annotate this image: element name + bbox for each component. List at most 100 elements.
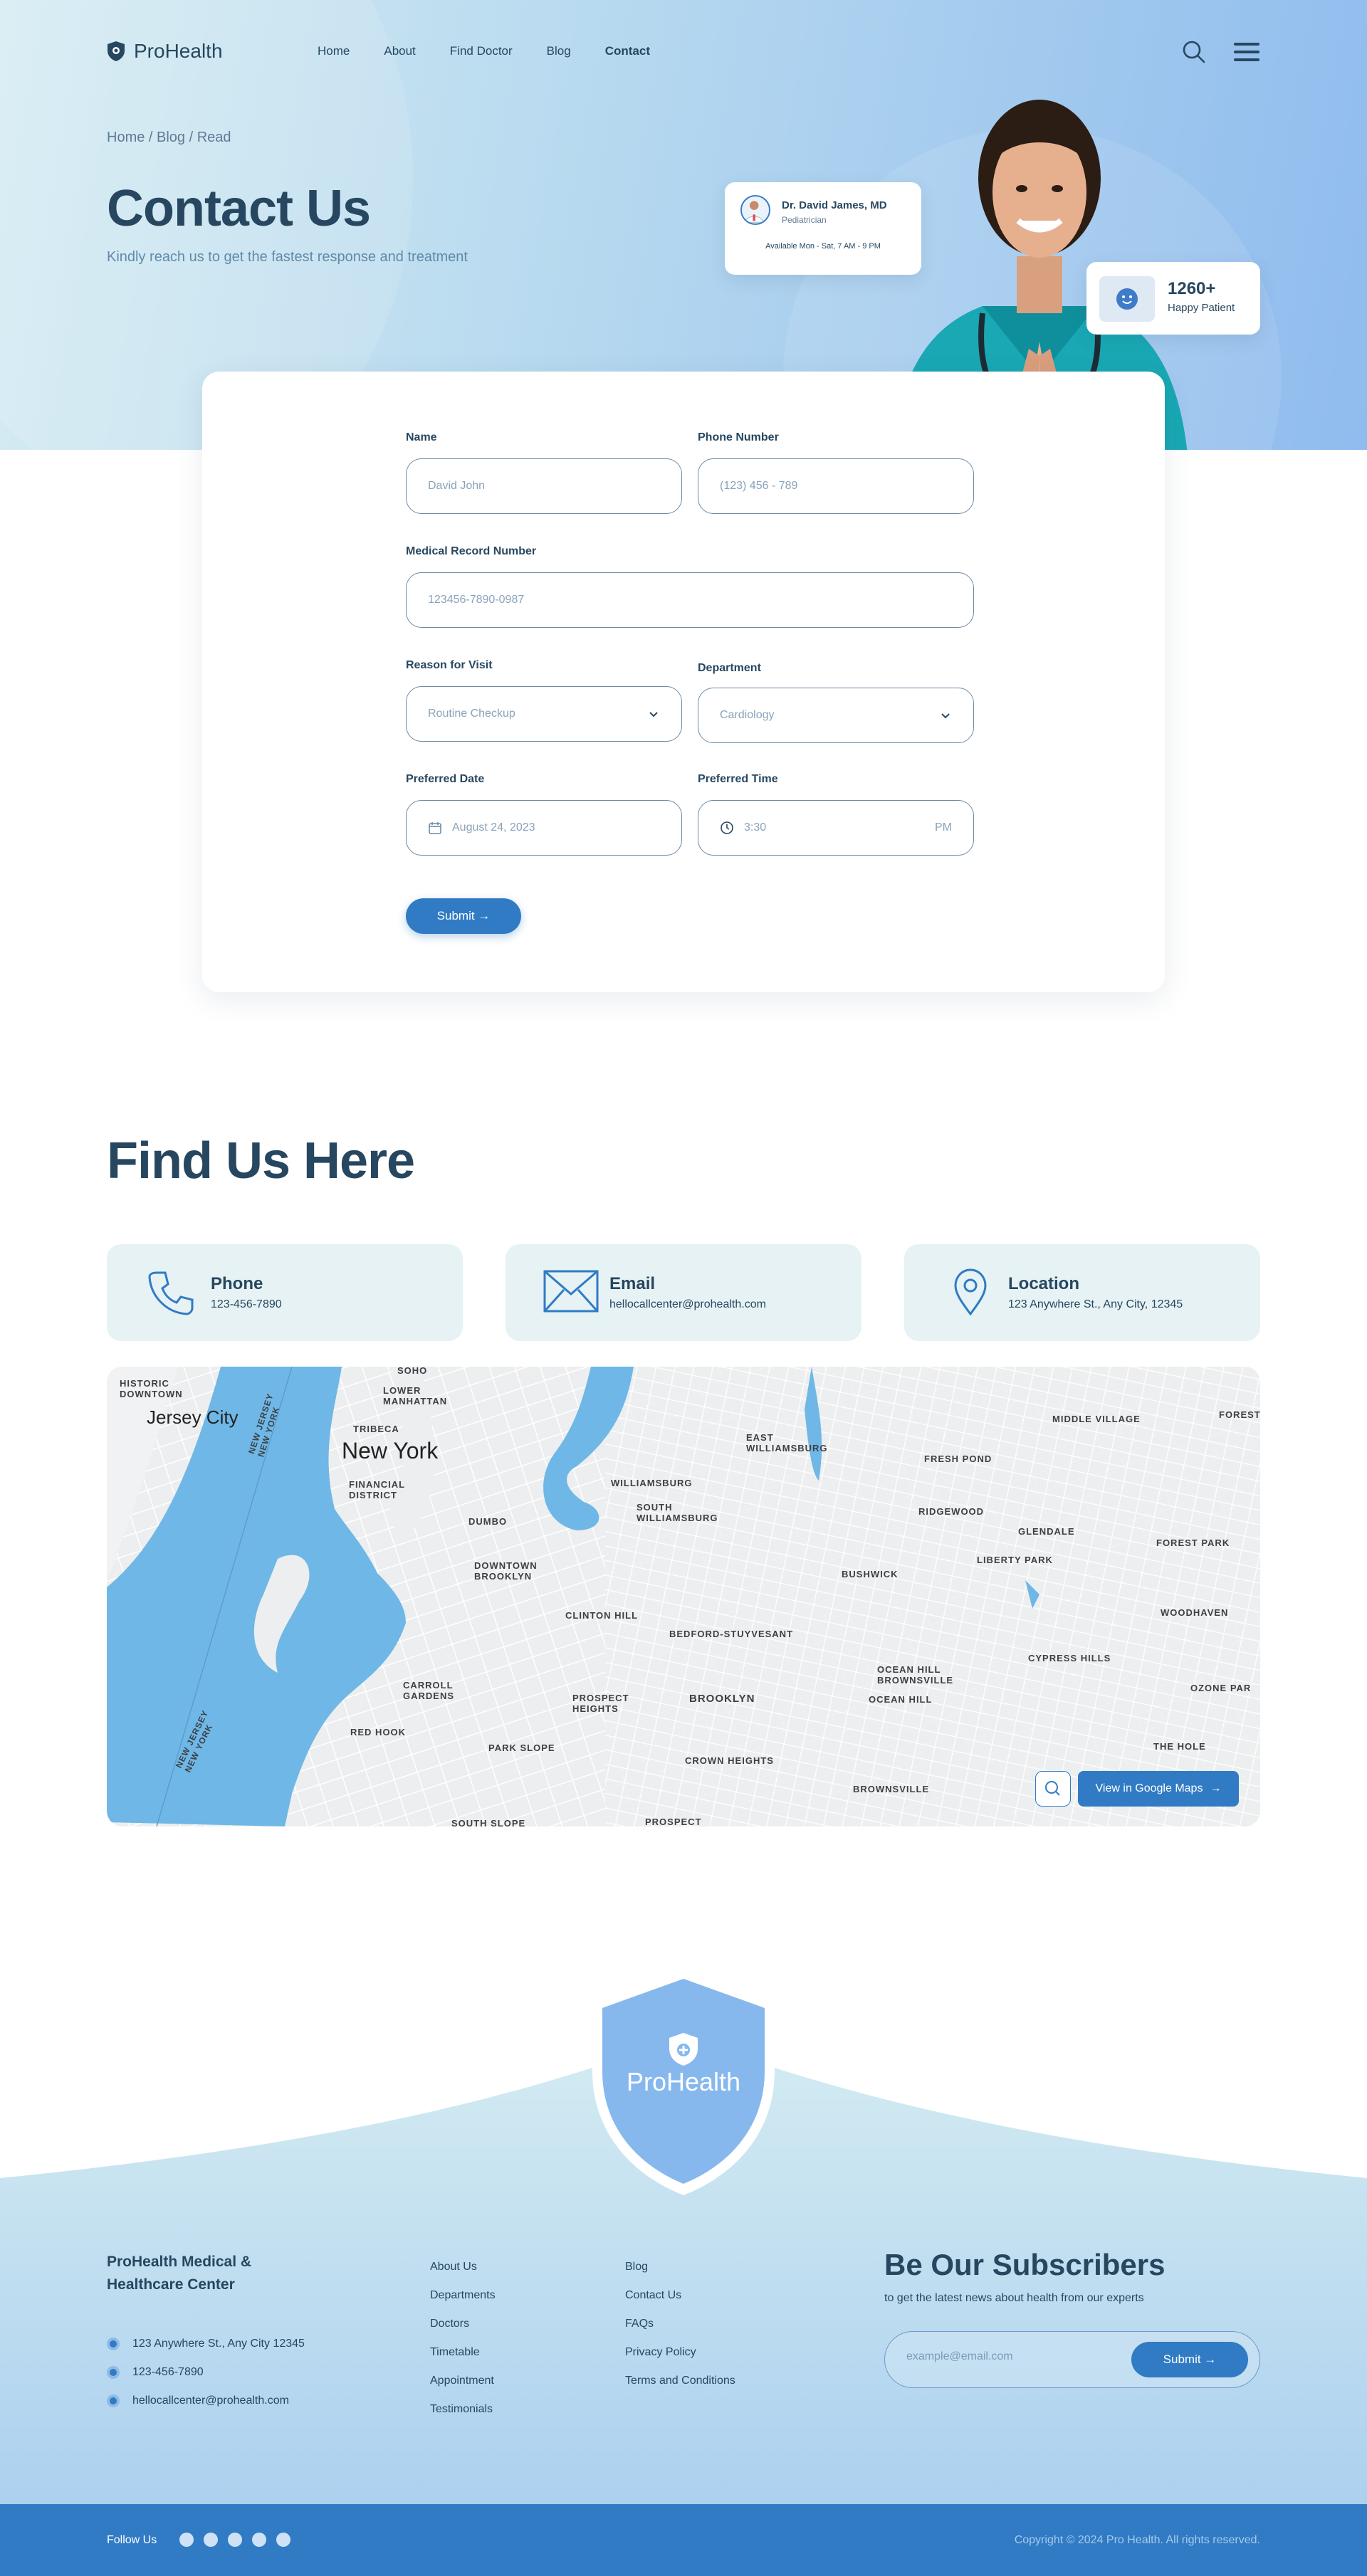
date-value: August 24, 2023: [452, 821, 535, 834]
footer-link-timetable[interactable]: Timetable: [430, 2346, 480, 2359]
map-label: New York: [342, 1438, 439, 1463]
map-label: RED HOOK: [350, 1727, 407, 1738]
footer-link-blog[interactable]: Blog: [625, 2261, 648, 2273]
map-label: BEDFORD-STUYVESANT: [669, 1629, 794, 1639]
social-links: [179, 2533, 290, 2547]
footer-phone[interactable]: 123-456-7890: [107, 2366, 204, 2379]
map-label: DOWNTOWN BROOKLYN: [474, 1560, 538, 1582]
location-card-value: 123 Anywhere St., Any City, 12345: [1008, 1298, 1183, 1310]
name-field[interactable]: David John: [406, 458, 682, 514]
footer-address: 123 Anywhere St., Any City 12345: [107, 2338, 305, 2350]
mrn-placeholder: 123456-7890-0987: [428, 594, 525, 606]
footer-link-appointment[interactable]: Appointment: [430, 2375, 494, 2387]
view-in-google-maps-button[interactable]: View in Google Maps →: [1078, 1771, 1239, 1807]
twitter-icon[interactable]: [252, 2533, 266, 2547]
phone-field[interactable]: (123) 456 - 789: [698, 458, 974, 514]
email-card[interactable]: Email hellocallcenter@prohealth.com: [506, 1244, 861, 1341]
mrn-field[interactable]: 123456-7890-0987: [406, 572, 974, 628]
footer-link-terms[interactable]: Terms and Conditions: [625, 2375, 735, 2387]
time-field[interactable]: 3:30 PM: [698, 800, 974, 856]
subscribe-title: Be Our Subscribers: [884, 2248, 1166, 2281]
map-label: SOHO: [397, 1367, 428, 1376]
doctor-card[interactable]: Dr. David James, MD Pediatrician Availab…: [725, 182, 921, 275]
map-search-button[interactable]: [1035, 1771, 1071, 1807]
map-label: CROWN HEIGHTS: [685, 1755, 774, 1766]
footer-link-faqs[interactable]: FAQs: [625, 2318, 654, 2330]
instagram-icon[interactable]: [276, 2533, 290, 2547]
map-label: OCEAN HILL: [869, 1694, 933, 1705]
linkedin-icon[interactable]: [228, 2533, 242, 2547]
time-ampm[interactable]: PM: [935, 821, 952, 834]
reason-label: Reason for Visit: [406, 659, 493, 671]
arrow-right-icon: →: [1210, 1782, 1222, 1794]
footer-link-doctors[interactable]: Doctors: [430, 2318, 469, 2330]
logo[interactable]: ProHealth: [107, 40, 223, 63]
subscribe-form: example@email.com Submit →: [884, 2331, 1260, 2388]
footer-email[interactable]: hellocallcenter@prohealth.com: [107, 2394, 289, 2407]
map-label: FINANCIAL DISTRICT: [349, 1479, 406, 1500]
department-select[interactable]: Cardiology: [698, 688, 974, 743]
reason-value: Routine Checkup: [428, 708, 515, 720]
nav-find-doctor[interactable]: Find Doctor: [450, 44, 513, 58]
menu-icon[interactable]: [1233, 41, 1260, 63]
nav-home[interactable]: Home: [318, 44, 350, 58]
breadcrumb[interactable]: Home / Blog / Read: [107, 130, 231, 146]
date-label: Preferred Date: [406, 773, 485, 785]
submit-button[interactable]: Submit →: [406, 898, 521, 934]
map-label: TRIBECA: [353, 1424, 399, 1434]
find-us-title: Find Us Here: [107, 1132, 415, 1189]
name-label: Name: [406, 431, 437, 443]
happy-patient-card: 1260+ Happy Patient: [1086, 262, 1260, 335]
subscribe-text: to get the latest news about health from…: [884, 2292, 1144, 2304]
map-label: LIBERTY PARK: [977, 1555, 1053, 1565]
map-label: LOWER MANHATTAN: [383, 1385, 448, 1407]
subscribe-submit-button[interactable]: Submit →: [1131, 2342, 1248, 2377]
location-pin-icon: [954, 1268, 987, 1316]
reason-select[interactable]: Routine Checkup: [406, 686, 682, 742]
subscribe-email-input[interactable]: example@email.com: [906, 2350, 1013, 2363]
department-label: Department: [698, 662, 761, 674]
youtube-icon[interactable]: [204, 2533, 218, 2547]
bottom-bar: Follow Us Copyright © 2024 Pro Health. A…: [0, 2504, 1367, 2576]
doctor-avatar: [740, 195, 770, 225]
map-label: WOODHAVEN: [1161, 1607, 1229, 1618]
name-placeholder: David John: [428, 480, 486, 492]
footer-link-privacy-policy[interactable]: Privacy Policy: [625, 2346, 696, 2359]
map-label: PARK SLOPE: [488, 1742, 555, 1753]
map-label: HISTORIC DOWNTOWN: [120, 1378, 183, 1399]
location-card[interactable]: Location 123 Anywhere St., Any City, 123…: [904, 1244, 1260, 1341]
map-label: GLENDALE: [1018, 1526, 1075, 1537]
email-card-value: hellocallcenter@prohealth.com: [609, 1298, 766, 1310]
shield-logo-icon: [108, 41, 125, 61]
search-icon: [1045, 1781, 1060, 1796]
phone-label: Phone Number: [698, 431, 779, 443]
mrn-label: Medical Record Number: [406, 545, 537, 557]
footer-link-contact-us[interactable]: Contact Us: [625, 2289, 681, 2302]
facebook-icon[interactable]: [179, 2533, 194, 2547]
footer-link-departments[interactable]: Departments: [430, 2289, 496, 2302]
footer: ProHealth ProHealth Medical & Healthcare…: [0, 1936, 1367, 2576]
nav-blog[interactable]: Blog: [547, 44, 571, 58]
map-label: CLINTON HILL: [565, 1610, 639, 1621]
doctor-name: Dr. David James, MD: [782, 199, 887, 211]
department-value: Cardiology: [720, 709, 775, 721]
smile-icon: [1099, 276, 1155, 322]
map-label: BROWNSVILLE: [853, 1784, 930, 1794]
footer-link-testimonials[interactable]: Testimonials: [430, 2403, 493, 2416]
map-tiles: [107, 1367, 1260, 1826]
phone-card[interactable]: Phone 123-456-7890: [107, 1244, 463, 1341]
chevron-down-icon: [941, 713, 950, 719]
map-label: BROOKLYN: [689, 1693, 755, 1705]
footer-link-about-us[interactable]: About Us: [430, 2261, 477, 2273]
nav-contact[interactable]: Contact: [605, 44, 650, 58]
date-field[interactable]: August 24, 2023: [406, 800, 682, 856]
mail-icon: [543, 1270, 599, 1313]
email-card-title: Email: [609, 1274, 656, 1293]
map-label: MIDDLE VILLAGE: [1052, 1414, 1141, 1424]
map-label: PROSPECT: [645, 1817, 702, 1826]
doctor-specialty: Pediatrician: [782, 215, 827, 225]
footer-company-name: ProHealth Medical & Healthcare Center: [107, 2254, 252, 2293]
nav-about[interactable]: About: [384, 44, 415, 58]
map-label: DUMBO: [468, 1516, 508, 1527]
map[interactable]: HISTORIC DOWNTOWN Jersey City SOHO LOWER…: [107, 1367, 1260, 1826]
